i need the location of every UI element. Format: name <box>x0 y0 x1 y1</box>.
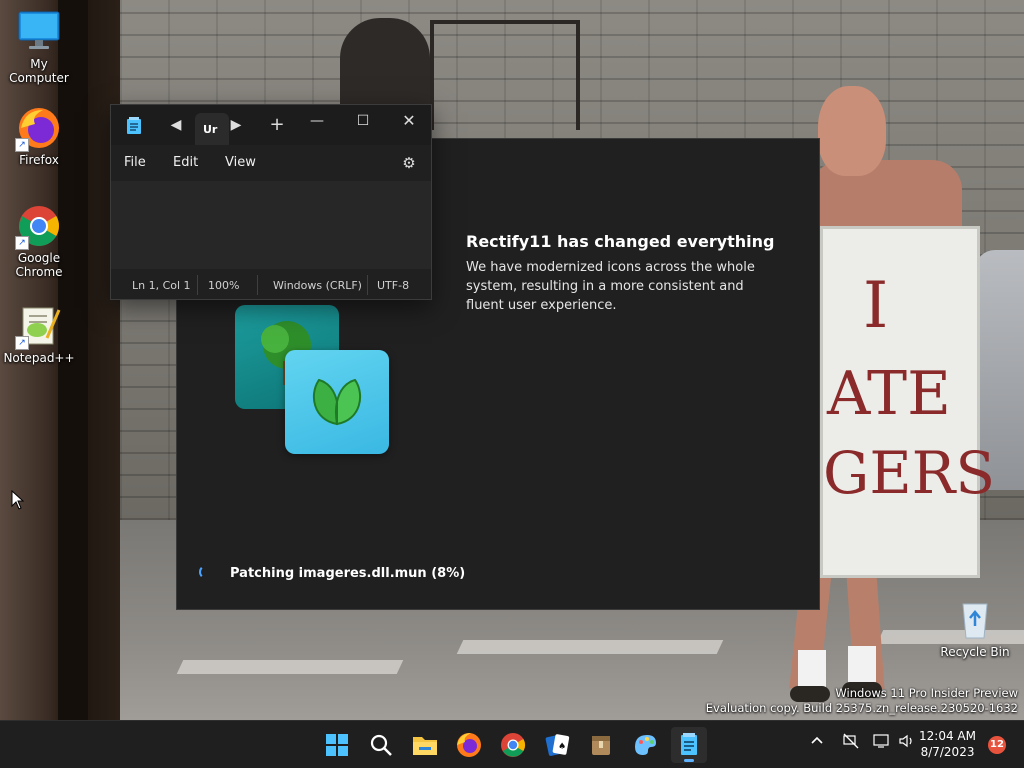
status-encoding: UTF-8 <box>377 279 410 292</box>
status-separator <box>257 275 258 295</box>
taskbar-archive-icon[interactable] <box>583 727 619 763</box>
taskbar-chrome-icon[interactable] <box>495 727 531 763</box>
taskbar-start-button[interactable] <box>319 727 355 763</box>
sign-text-line: ATE <box>827 359 951 429</box>
mouse-cursor-icon <box>11 489 25 514</box>
active-app-indicator <box>684 759 694 762</box>
minimize-button[interactable]: — <box>307 111 327 131</box>
installer-description: We have modernized icons across the whol… <box>466 260 755 313</box>
desktop-icon-label: Notepad++ <box>3 351 75 365</box>
wallpaper-crosswalk-stripe <box>456 640 724 654</box>
status-separator <box>367 275 368 295</box>
status-cursor-position: Ln 1, Col 1 <box>132 279 191 292</box>
taskbar-paint-icon[interactable] <box>627 727 663 763</box>
chrome-icon: ↗ <box>15 204 61 250</box>
svg-text:♠: ♠ <box>558 742 566 752</box>
firefox-icon: ↗ <box>15 106 61 152</box>
notepad-text-area[interactable] <box>111 181 431 269</box>
notification-badge[interactable]: 12 <box>988 736 1006 754</box>
menu-file[interactable]: File <box>124 155 146 170</box>
tray-network-offline-icon[interactable] <box>842 733 860 753</box>
clock-time: 12:04 AM <box>919 729 976 743</box>
recycle-bin-icon <box>953 598 997 642</box>
desktop-icon-google-chrome[interactable]: ↗ Google Chrome <box>0 204 78 279</box>
installer-status: Patching imageres.dll.mun (8%) <box>230 566 466 581</box>
status-zoom: 100% <box>208 279 240 292</box>
menu-view[interactable]: View <box>225 155 256 170</box>
tab-scroll-right-icon[interactable]: ▶ <box>227 115 245 135</box>
shortcut-arrow-icon: ↗ <box>15 138 29 152</box>
taskbar-notepad-icon[interactable] <box>671 727 707 763</box>
shortcut-arrow-icon: ↗ <box>15 336 29 350</box>
taskbar: ♠ 12:04 AM 8/7/2023 12 <box>0 720 1024 768</box>
tab-scroll-left-icon[interactable]: ◀ <box>167 115 185 135</box>
taskbar-search-icon[interactable] <box>363 727 399 763</box>
desktop-icon-label: Firefox <box>19 153 59 167</box>
notepad-plus-plus-icon: ↗ <box>15 304 61 350</box>
wallpaper-chair <box>430 20 580 130</box>
desktop-icon-recycle-bin[interactable]: Recycle Bin <box>936 598 1014 659</box>
desktop-icon-firefox[interactable]: ↗ Firefox <box>0 106 78 167</box>
watermark-edition: Windows 11 Pro Insider Preview <box>835 686 1018 700</box>
wallpaper-sign: I ATE GERS <box>820 226 995 578</box>
sign-text-line: I <box>863 269 889 343</box>
wallpaper-shoe <box>790 686 830 702</box>
desktop-icon-my-computer[interactable]: My Computer <box>0 10 78 85</box>
taskbar-firefox-icon[interactable] <box>451 727 487 763</box>
wallpaper-man-head <box>818 86 886 176</box>
monitor-icon <box>17 10 61 54</box>
sign-text-line: GERS <box>823 439 996 507</box>
wallpaper-sock <box>848 646 876 686</box>
taskbar-solitaire-icon[interactable]: ♠ <box>539 727 575 763</box>
modern-leaf-icon <box>285 350 389 454</box>
notepad-titlebar[interactable]: ◀ Ur ▶ + — ☐ ✕ <box>111 105 431 145</box>
maximize-button[interactable]: ☐ <box>353 111 373 131</box>
notepad-tab-title: Ur <box>203 123 218 136</box>
shortcut-arrow-icon: ↗ <box>15 236 29 250</box>
clock-date: 8/7/2023 <box>920 745 975 759</box>
desktop-icon-label: Google Chrome <box>15 251 63 279</box>
notepad-tab[interactable]: Ur <box>195 113 229 145</box>
status-separator <box>197 275 198 295</box>
watermark-build: Evaluation copy. Build 25375.zn_release.… <box>705 701 1018 715</box>
tray-chevron-up-icon[interactable] <box>810 733 824 751</box>
progress-spinner-icon <box>199 565 213 579</box>
status-line-ending: Windows (CRLF) <box>273 279 362 292</box>
wallpaper-crosswalk-stripe <box>176 660 404 674</box>
taskbar-clock[interactable]: 12:04 AM 8/7/2023 <box>919 728 976 760</box>
desktop-icon-label: My Computer <box>9 57 69 85</box>
menu-edit[interactable]: Edit <box>173 155 198 170</box>
desktop-icon-label: Recycle Bin <box>940 645 1010 659</box>
desktop-icon-notepad-plus-plus[interactable]: ↗ Notepad++ <box>0 304 78 365</box>
notepad-app-icon <box>125 117 143 141</box>
wallpaper-sock <box>798 650 826 690</box>
taskbar-file-explorer-icon[interactable] <box>407 727 443 763</box>
installer-heading: Rectify11 has changed everything <box>466 232 775 251</box>
new-tab-button[interactable]: + <box>267 115 287 135</box>
tray-volume-icon[interactable] <box>898 733 916 753</box>
notepad-window[interactable]: ◀ Ur ▶ + — ☐ ✕ File Edit View ⚙ Ln 1, Co… <box>110 104 432 300</box>
close-button[interactable]: ✕ <box>399 111 419 131</box>
settings-gear-icon[interactable]: ⚙ <box>399 153 419 173</box>
tray-display-icon[interactable] <box>873 733 891 753</box>
